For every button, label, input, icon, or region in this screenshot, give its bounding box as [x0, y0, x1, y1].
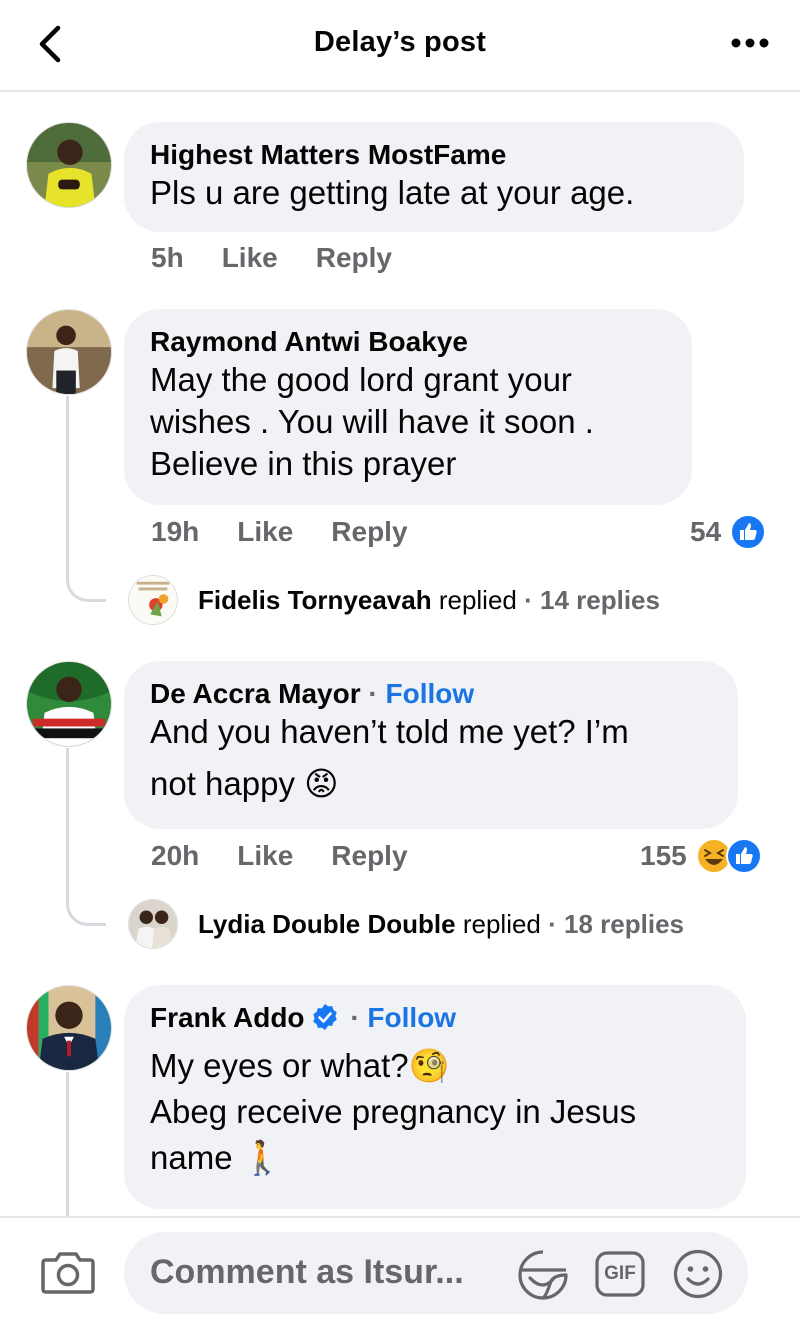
sticker-button[interactable] — [516, 1248, 570, 1302]
gif-label: GIF — [604, 1263, 636, 1284]
reaction-count: 155 — [640, 840, 687, 871]
comment-text-line: name 🚶 — [150, 1139, 283, 1176]
comment-author[interactable]: Frank Addo — [150, 1002, 305, 1033]
verified-badge-icon — [312, 1004, 337, 1030]
reply-author: Lydia Double Double — [198, 908, 456, 939]
like-button[interactable]: Like — [237, 840, 293, 872]
gif-button[interactable]: GIF — [594, 1250, 646, 1298]
like-reaction-icon — [725, 838, 762, 874]
comment-bubble[interactable]: Raymond Antwi Boakye May the good lord g… — [124, 309, 692, 505]
comment-text-line: Abeg receive pregnancy in Jesus — [150, 1093, 637, 1130]
avatar[interactable] — [26, 309, 112, 395]
reply-count: · 14 replies — [524, 584, 660, 615]
comment-actions: 19h Like Reply — [151, 516, 446, 548]
replied-label: replied — [438, 584, 517, 615]
comment-text: Pls u are getting late at your age. — [150, 174, 635, 211]
comment-bubble[interactable]: De Accra Mayor · Follow And you haven’t … — [124, 661, 738, 829]
comment-author[interactable]: Highest Matters MostFame — [150, 138, 716, 172]
reply-count: · 18 replies — [548, 908, 684, 939]
comment-text-line: And you haven’t told me yet? I’m — [150, 713, 629, 750]
sticker-icon — [518, 1250, 568, 1300]
comment-list: Highest Matters MostFame Pls u are getti… — [0, 94, 800, 1216]
thread-line — [66, 1072, 106, 1216]
reply-button[interactable]: Reply — [331, 516, 407, 548]
comment-time: 19h — [151, 516, 200, 547]
avatar[interactable] — [26, 985, 112, 1071]
reply-author: Fidelis Tornyeavah — [198, 584, 432, 615]
like-button[interactable]: Like — [222, 242, 278, 274]
reaction-summary[interactable]: 54 — [690, 513, 767, 551]
comment-input-placeholder: Comment as Itsur... — [150, 1253, 464, 1291]
comment-time: 20h — [151, 840, 200, 871]
comment-bubble[interactable]: Highest Matters MostFame Pls u are getti… — [124, 122, 744, 232]
camera-icon — [41, 1252, 95, 1294]
thread-line — [66, 748, 106, 926]
comment-input[interactable]: Comment as Itsur... GIF — [124, 1232, 748, 1314]
comment-bubble[interactable]: Frank Addo · Follow My eyes or what?🧐 Ab… — [124, 985, 746, 1209]
comment-composer: Comment as Itsur... GIF — [0, 1216, 800, 1320]
more-icon — [731, 38, 769, 48]
camera-button[interactable] — [40, 1248, 96, 1296]
avatar[interactable] — [26, 122, 112, 208]
separator-dot: · — [368, 678, 378, 709]
comment-text-line: My eyes or what?🧐 — [150, 1047, 450, 1084]
reply-button[interactable]: Reply — [316, 242, 392, 274]
reply-avatar — [128, 899, 178, 949]
comment-author-row: De Accra Mayor · Follow — [150, 677, 710, 711]
more-options-button[interactable] — [730, 30, 770, 56]
comment-text-line: Believe in this prayer — [150, 445, 457, 482]
like-reaction-icon — [730, 514, 767, 550]
emoji-icon — [673, 1249, 723, 1299]
comment-text-line: May the good lord grant your — [150, 361, 572, 398]
replied-label: replied — [462, 908, 541, 939]
avatar[interactable] — [26, 661, 112, 747]
comment-author[interactable]: De Accra Mayor — [150, 678, 361, 709]
comment-actions: 5h Like Reply — [151, 242, 430, 274]
comment-text-line: not happy 😡 — [150, 765, 339, 802]
view-replies[interactable]: Lydia Double Double replied · 18 replies — [128, 899, 684, 949]
comment-actions: 20h Like Reply — [151, 840, 446, 872]
separator-dot: · — [350, 1002, 360, 1033]
view-replies[interactable]: Fidelis Tornyeavah replied · 14 replies — [128, 575, 660, 625]
reply-button[interactable]: Reply — [331, 840, 407, 872]
follow-button[interactable]: Follow — [367, 1002, 456, 1033]
like-button[interactable]: Like — [237, 516, 293, 548]
comment-author[interactable]: Raymond Antwi Boakye — [150, 325, 664, 359]
post-header: Delay’s post — [0, 0, 800, 92]
comment-text-line: wishes . You will have it soon . — [150, 403, 594, 440]
page-title: Delay’s post — [313, 26, 487, 58]
emoji-button[interactable] — [672, 1248, 724, 1300]
thread-line — [66, 396, 106, 602]
follow-button[interactable]: Follow — [386, 678, 475, 709]
comment-time: 5h — [151, 242, 184, 273]
comment-author-row: Frank Addo · Follow — [150, 1001, 718, 1035]
reaction-count: 54 — [690, 516, 722, 547]
reply-avatar — [128, 575, 178, 625]
reaction-summary[interactable]: 155 — [640, 837, 763, 875]
